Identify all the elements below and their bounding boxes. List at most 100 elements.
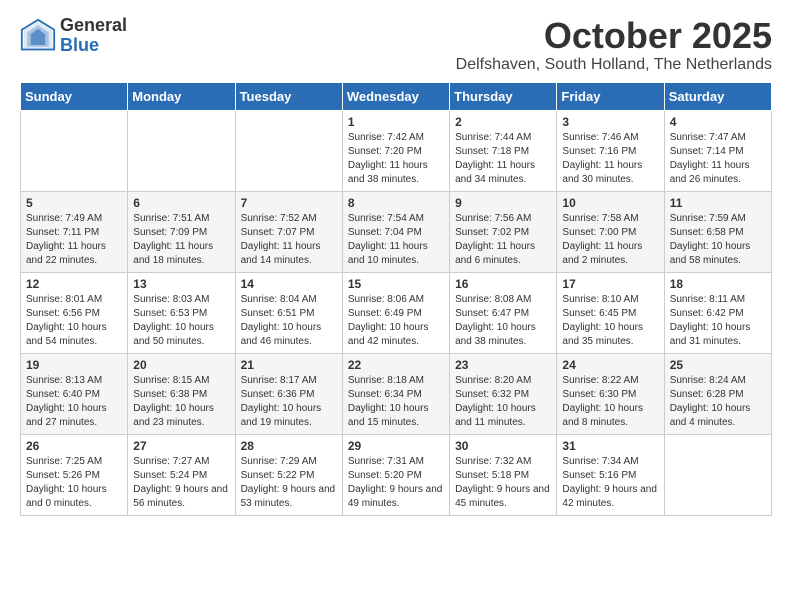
day-cell-25: 25 Sunrise: 8:24 AM Sunset: 6:28 PM Dayli… [664, 353, 771, 434]
day-info: Sunrise: 8:11 AM Sunset: 6:42 PM Dayligh… [670, 293, 766, 349]
calendar-table: SundayMondayTuesdayWednesdayThursdayFrid… [20, 82, 772, 516]
day-number: 7 [241, 196, 337, 210]
day-number: 6 [133, 196, 229, 210]
day-header-sunday: Sunday [21, 82, 128, 110]
day-number: 20 [133, 358, 229, 372]
day-info: Sunrise: 8:06 AM Sunset: 6:49 PM Dayligh… [348, 293, 444, 349]
day-header-thursday: Thursday [450, 82, 557, 110]
day-number: 28 [241, 439, 337, 453]
day-number: 30 [455, 439, 551, 453]
day-number: 29 [348, 439, 444, 453]
day-cell-10: 10Sunrise: 7:58 AM Sunset: 7:00 PM Dayli… [557, 191, 664, 272]
day-info: Sunrise: 7:52 AM Sunset: 7:07 PM Dayligh… [241, 212, 337, 268]
week-row-4: 19 Sunrise: 8:13 AM Sunset: 6:40 PM Dayli… [21, 353, 772, 434]
day-number: 23 [455, 358, 551, 372]
empty-cell [664, 434, 771, 515]
day-number: 21 [241, 358, 337, 372]
day-number: 3 [562, 115, 658, 129]
day-info: Sunrise: 7:25 AM Sunset: 5:26 PM Dayligh… [26, 455, 122, 511]
day-info: Sunrise: 8:01 AM Sunset: 6:56 PM Dayligh… [26, 293, 122, 349]
day-info: Sunrise: 8:17 AM Sunset: 6:36 PM Dayligh… [241, 374, 337, 430]
location-subtitle: Delfshaven, South Holland, The Netherlan… [456, 56, 772, 74]
day-cell-21: 21 Sunrise: 8:17 AM Sunset: 6:36 PM Dayli… [235, 353, 342, 434]
empty-cell [21, 110, 128, 191]
day-info: Sunrise: 7:42 AM Sunset: 7:20 PM Dayligh… [348, 131, 444, 187]
day-cell-22: 22Sunrise: 8:18 AM Sunset: 6:34 PM Dayli… [342, 353, 449, 434]
day-number: 4 [670, 115, 766, 129]
day-info: Sunrise: 7:59 AM Sunset: 6:58 PM Dayligh… [670, 212, 766, 268]
month-title: October 2025 [456, 16, 772, 56]
day-info: Sunrise: 7:47 AM Sunset: 7:14 PM Dayligh… [670, 131, 766, 187]
page-header: General Blue October 2025 Delfshaven, So… [0, 0, 792, 82]
day-cell-4: 4 Sunrise: 7:47 AM Sunset: 7:14 PM Daylig… [664, 110, 771, 191]
day-info: Sunrise: 8:24 AM Sunset: 6:28 PM Dayligh… [670, 374, 766, 430]
day-header-tuesday: Tuesday [235, 82, 342, 110]
day-number: 2 [455, 115, 551, 129]
day-info: Sunrise: 8:10 AM Sunset: 6:45 PM Dayligh… [562, 293, 658, 349]
logo-general: General [60, 16, 127, 36]
day-number: 24 [562, 358, 658, 372]
logo: General Blue [20, 16, 127, 56]
day-cell-17: 17 Sunrise: 8:10 AM Sunset: 6:45 PM Dayli… [557, 272, 664, 353]
header-row: SundayMondayTuesdayWednesdayThursdayFrid… [21, 82, 772, 110]
day-number: 26 [26, 439, 122, 453]
day-number: 5 [26, 196, 122, 210]
day-info: Sunrise: 7:56 AM Sunset: 7:02 PM Dayligh… [455, 212, 551, 268]
day-cell-14: 14Sunrise: 8:04 AM Sunset: 6:51 PM Dayli… [235, 272, 342, 353]
day-number: 19 [26, 358, 122, 372]
week-row-2: 5 Sunrise: 7:49 AM Sunset: 7:11 PM Daylig… [21, 191, 772, 272]
day-number: 12 [26, 277, 122, 291]
day-cell-20: 20 Sunrise: 8:15 AM Sunset: 6:38 PM Dayli… [128, 353, 235, 434]
day-info: Sunrise: 8:15 AM Sunset: 6:38 PM Dayligh… [133, 374, 229, 430]
calendar-body: 1 Sunrise: 7:42 AM Sunset: 7:20 PM Daylig… [21, 110, 772, 515]
day-info: Sunrise: 7:32 AM Sunset: 5:18 PM Dayligh… [455, 455, 551, 511]
day-info: Sunrise: 7:51 AM Sunset: 7:09 PM Dayligh… [133, 212, 229, 268]
day-info: Sunrise: 8:22 AM Sunset: 6:30 PM Dayligh… [562, 374, 658, 430]
day-number: 13 [133, 277, 229, 291]
day-info: Sunrise: 8:20 AM Sunset: 6:32 PM Dayligh… [455, 374, 551, 430]
day-info: Sunrise: 7:34 AM Sunset: 5:16 PM Dayligh… [562, 455, 658, 511]
day-number: 27 [133, 439, 229, 453]
day-cell-31: 31 Sunrise: 7:34 AM Sunset: 5:16 PM Dayli… [557, 434, 664, 515]
day-cell-5: 5 Sunrise: 7:49 AM Sunset: 7:11 PM Daylig… [21, 191, 128, 272]
day-info: Sunrise: 8:13 AM Sunset: 6:40 PM Dayligh… [26, 374, 122, 430]
day-cell-29: 29Sunrise: 7:31 AM Sunset: 5:20 PM Dayli… [342, 434, 449, 515]
day-info: Sunrise: 8:18 AM Sunset: 6:34 PM Dayligh… [348, 374, 444, 430]
day-number: 11 [670, 196, 766, 210]
day-number: 25 [670, 358, 766, 372]
day-header-saturday: Saturday [664, 82, 771, 110]
day-number: 31 [562, 439, 658, 453]
day-info: Sunrise: 7:27 AM Sunset: 5:24 PM Dayligh… [133, 455, 229, 511]
day-cell-26: 26 Sunrise: 7:25 AM Sunset: 5:26 PM Dayli… [21, 434, 128, 515]
day-number: 1 [348, 115, 444, 129]
logo-blue: Blue [60, 36, 127, 56]
day-cell-7: 7 Sunrise: 7:52 AM Sunset: 7:07 PM Daylig… [235, 191, 342, 272]
week-row-1: 1 Sunrise: 7:42 AM Sunset: 7:20 PM Daylig… [21, 110, 772, 191]
day-cell-9: 9 Sunrise: 7:56 AM Sunset: 7:02 PM Daylig… [450, 191, 557, 272]
day-header-monday: Monday [128, 82, 235, 110]
day-info: Sunrise: 8:08 AM Sunset: 6:47 PM Dayligh… [455, 293, 551, 349]
week-row-3: 12 Sunrise: 8:01 AM Sunset: 6:56 PM Dayli… [21, 272, 772, 353]
empty-cell [128, 110, 235, 191]
day-header-friday: Friday [557, 82, 664, 110]
day-cell-6: 6 Sunrise: 7:51 AM Sunset: 7:09 PM Daylig… [128, 191, 235, 272]
day-number: 8 [348, 196, 444, 210]
day-info: Sunrise: 7:49 AM Sunset: 7:11 PM Dayligh… [26, 212, 122, 268]
day-cell-18: 18Sunrise: 8:11 AM Sunset: 6:42 PM Dayli… [664, 272, 771, 353]
day-cell-3: 3Sunrise: 7:46 AM Sunset: 7:16 PM Daylig… [557, 110, 664, 191]
logo-icon [20, 18, 56, 54]
title-block: October 2025 Delfshaven, South Holland, … [456, 16, 772, 74]
day-cell-30: 30 Sunrise: 7:32 AM Sunset: 5:18 PM Dayli… [450, 434, 557, 515]
day-cell-23: 23 Sunrise: 8:20 AM Sunset: 6:32 PM Dayli… [450, 353, 557, 434]
day-info: Sunrise: 7:54 AM Sunset: 7:04 PM Dayligh… [348, 212, 444, 268]
day-cell-24: 24 Sunrise: 8:22 AM Sunset: 6:30 PM Dayli… [557, 353, 664, 434]
calendar-wrapper: SundayMondayTuesdayWednesdayThursdayFrid… [0, 82, 792, 526]
day-cell-28: 28 Sunrise: 7:29 AM Sunset: 5:22 PM Dayli… [235, 434, 342, 515]
day-number: 9 [455, 196, 551, 210]
day-info: Sunrise: 8:04 AM Sunset: 6:51 PM Dayligh… [241, 293, 337, 349]
day-info: Sunrise: 7:29 AM Sunset: 5:22 PM Dayligh… [241, 455, 337, 511]
day-cell-15: 15Sunrise: 8:06 AM Sunset: 6:49 PM Dayli… [342, 272, 449, 353]
day-cell-12: 12 Sunrise: 8:01 AM Sunset: 6:56 PM Dayli… [21, 272, 128, 353]
day-header-wednesday: Wednesday [342, 82, 449, 110]
day-number: 17 [562, 277, 658, 291]
